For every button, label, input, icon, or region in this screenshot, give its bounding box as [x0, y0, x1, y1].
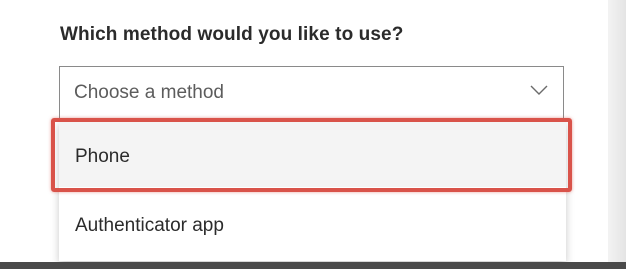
background-edge: [608, 0, 626, 269]
select-placeholder: Choose a method: [74, 82, 224, 103]
option-phone[interactable]: Phone: [59, 121, 566, 187]
option-label: Authenticator app: [75, 215, 224, 236]
method-dropdown-list: Phone Authenticator app: [59, 121, 566, 261]
method-selection-page: Which method would you like to use? Choo…: [0, 0, 626, 269]
option-authenticator-app[interactable]: Authenticator app: [59, 191, 566, 261]
option-label: Phone: [75, 146, 130, 167]
bottom-edge: [0, 262, 626, 269]
chevron-down-icon: [530, 85, 548, 95]
method-select[interactable]: Choose a method: [59, 66, 564, 121]
method-question-label: Which method would you like to use?: [60, 24, 404, 45]
